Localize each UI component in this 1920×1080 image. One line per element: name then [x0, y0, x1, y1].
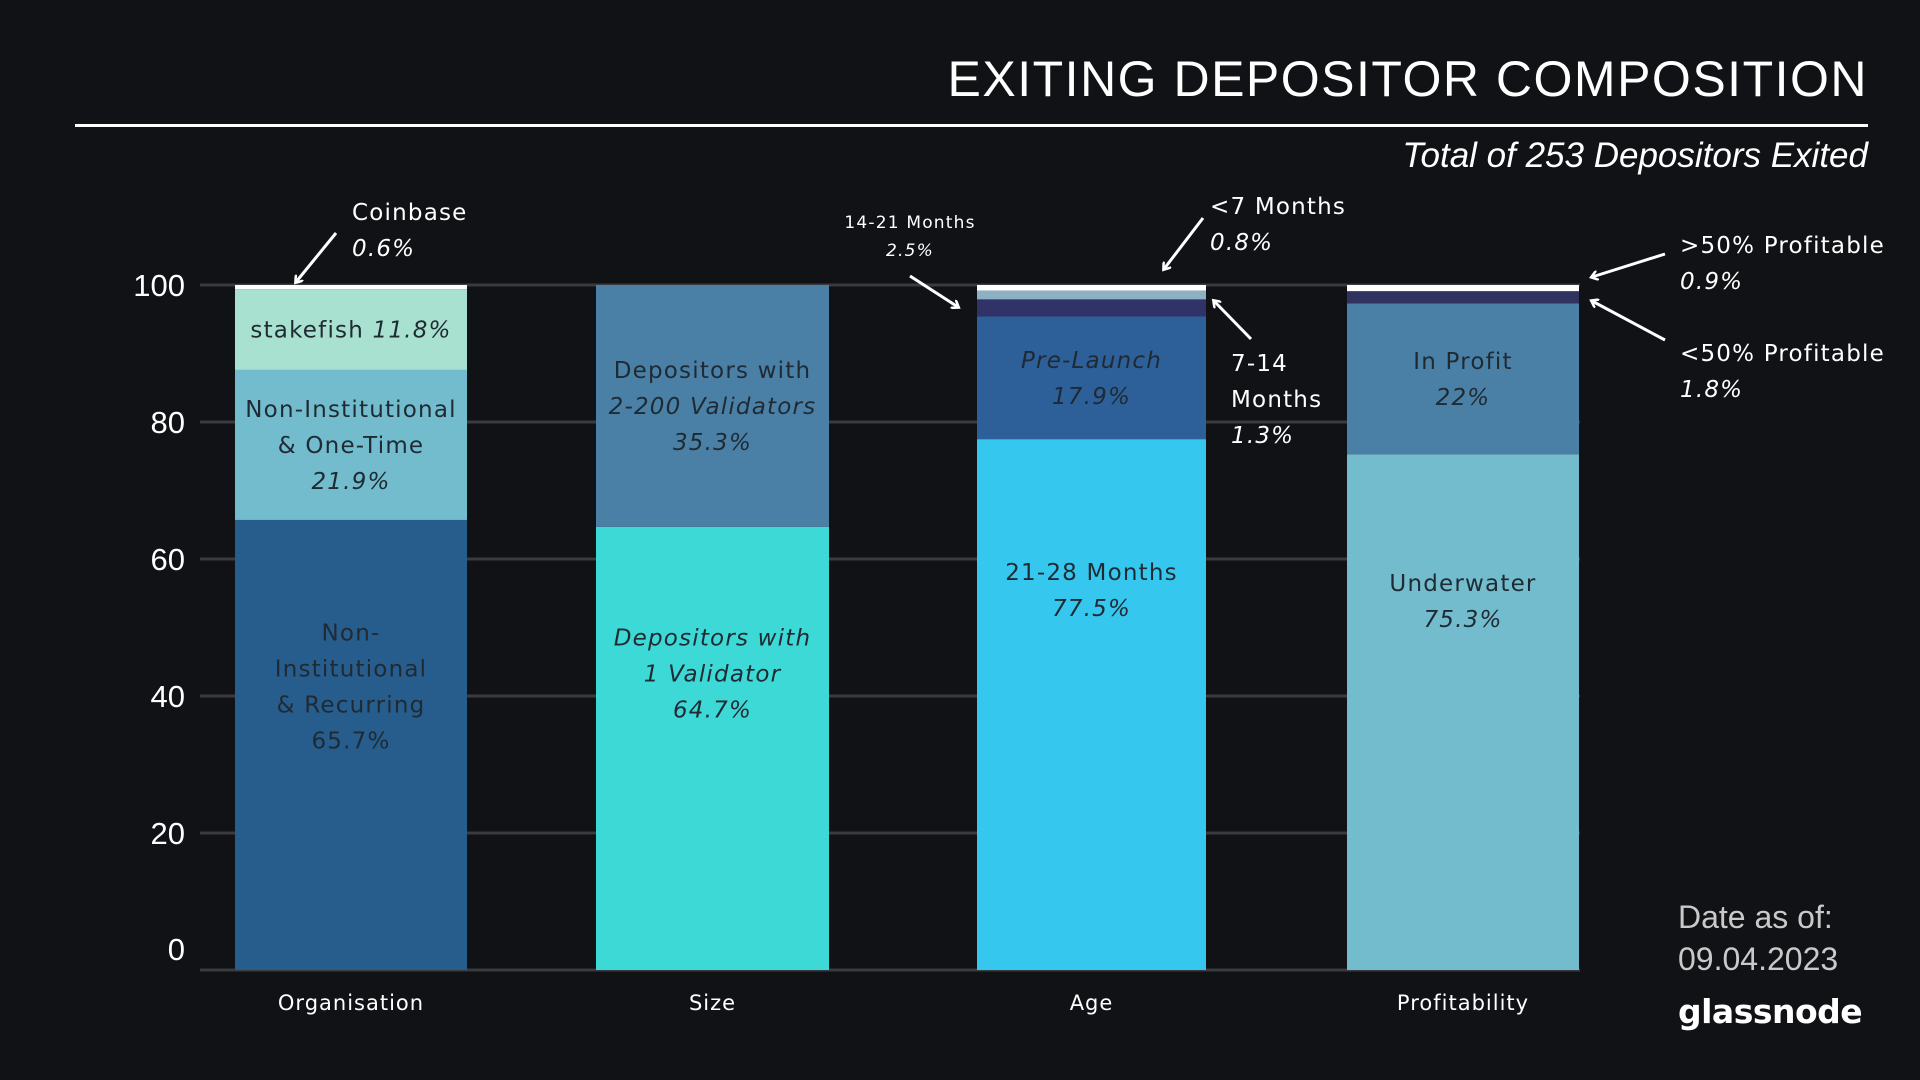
annotation-label: <50% Profitable: [1680, 341, 1885, 367]
bars: Non-Institutional& Recurring65.7%Non-Ins…: [235, 285, 1579, 970]
segment-value-label: 64.7%: [673, 698, 752, 724]
bar-age: 21-28 Months 77.5% Pre-Launch 17.9%: [977, 285, 1206, 970]
x-tick-label: Size: [689, 991, 736, 1015]
y-tick-label: 20: [151, 816, 185, 851]
y-tick-label: 80: [151, 405, 185, 440]
annotation-value: 0.6%: [352, 236, 415, 262]
y-tick-label: 40: [151, 679, 185, 714]
annotation-label: Coinbase: [352, 200, 468, 226]
annotation-14-21-months: 14-21 Months 2.5%: [844, 213, 975, 307]
segment-label: Non-: [322, 620, 381, 646]
annotation-label: <7 Months: [1210, 194, 1346, 220]
brand-logo: glassnode: [1678, 992, 1863, 1031]
stacked-bar-chart: 020406080100 Non-Institutional& Recurrin…: [133, 194, 1885, 1015]
y-axis-ticks: 0 20 40 60 80 100: [133, 268, 185, 967]
annotation-label: Months: [1231, 387, 1322, 413]
y-tick-label: 0: [168, 932, 185, 967]
bar-segment: [596, 526, 829, 970]
segment-value-label: 65.7%: [311, 728, 390, 754]
annotation-50-profitable: >50% Profitable 0.9%: [1592, 233, 1885, 295]
annotation-value: 1.8%: [1680, 377, 1743, 403]
segment-label: Institutional: [275, 656, 428, 682]
annotation-value: 0.8%: [1210, 230, 1273, 256]
bar-segment: [1347, 454, 1579, 970]
segment-value-label: 22%: [1436, 385, 1491, 411]
segment-label: Depositors with: [614, 626, 812, 652]
segment-label: Underwater: [1389, 571, 1536, 597]
arrow-icon: [1164, 217, 1205, 269]
bar-segment: [977, 285, 1206, 291]
annotation-value: 0.9%: [1680, 269, 1743, 295]
annotation-50-profitable: <50% Profitable 1.8%: [1592, 301, 1885, 403]
segment-value-label: 75.3%: [1423, 607, 1502, 633]
y-tick-label: 100: [133, 268, 185, 303]
segment-value-label: 77.5%: [1052, 596, 1131, 622]
bar-segment: [977, 299, 1206, 317]
date-label: Date as of:: [1678, 899, 1833, 935]
annotation-7-14-months: 7-14 Months 1.3%: [1214, 301, 1322, 449]
segment-label: & Recurring: [277, 692, 426, 718]
arrow-icon: [1592, 301, 1666, 342]
segment-label: In Profit: [1413, 349, 1512, 375]
x-tick-label: Organisation: [278, 991, 424, 1015]
arrow-icon: [1592, 252, 1666, 277]
annotation-label: 14-21 Months: [844, 213, 975, 233]
x-axis-ticks: Organisation Size Age Profitability: [278, 991, 1529, 1015]
x-tick-label: Profitability: [1397, 991, 1529, 1015]
arrow-icon: [909, 274, 958, 307]
bar-segment: [1347, 303, 1579, 455]
annotation-value: 1.3%: [1231, 423, 1294, 449]
bar-segment: [1347, 285, 1579, 292]
annotation-7-months: <7 Months 0.8%: [1164, 194, 1346, 269]
bar-segment: [977, 290, 1206, 300]
bar-segment: [977, 316, 1206, 440]
segment-value-label: 35.3%: [673, 430, 752, 456]
segment-label: Non-Institutional: [245, 397, 456, 423]
bar-segment: [235, 285, 467, 290]
segment-label: & One-Time: [278, 433, 425, 459]
annotation-value: 2.5%: [886, 241, 934, 261]
annotation-coinbase: Coinbase 0.6%: [296, 200, 468, 282]
segment-value-label: 21.9%: [311, 469, 390, 495]
segment-label: Pre-Launch: [1021, 348, 1162, 374]
x-tick-label: Age: [1070, 991, 1114, 1015]
bar-segment: [977, 439, 1206, 970]
bar-size: Depositors with 1 Validator 64.7% Depositor…: [596, 285, 829, 970]
segment-label: 2-200 Validators: [609, 394, 817, 420]
arrow-icon: [296, 232, 338, 282]
bar-profitability: Underwater 75.3% In Profit 22%: [1347, 285, 1579, 970]
segment-value-label: 17.9%: [1052, 384, 1131, 410]
segment-label: 1 Validator: [644, 662, 782, 688]
segment-label: stakefish 11.8%: [250, 318, 451, 344]
annotation-label: >50% Profitable: [1680, 233, 1885, 259]
date-value: 09.04.2023: [1678, 941, 1839, 977]
arrow-icon: [1214, 301, 1253, 341]
bar-segment: [1347, 291, 1579, 304]
date-stamp: Date as of: 09.04.2023: [1678, 896, 1838, 980]
bar-organisation: Non-Institutional& Recurring65.7%Non-Ins…: [235, 285, 467, 970]
annotation-label: 7-14: [1231, 351, 1288, 377]
y-tick-label: 60: [151, 542, 185, 577]
segment-label: Depositors with: [614, 358, 812, 384]
segment-label: 21-28 Months: [1005, 560, 1178, 586]
